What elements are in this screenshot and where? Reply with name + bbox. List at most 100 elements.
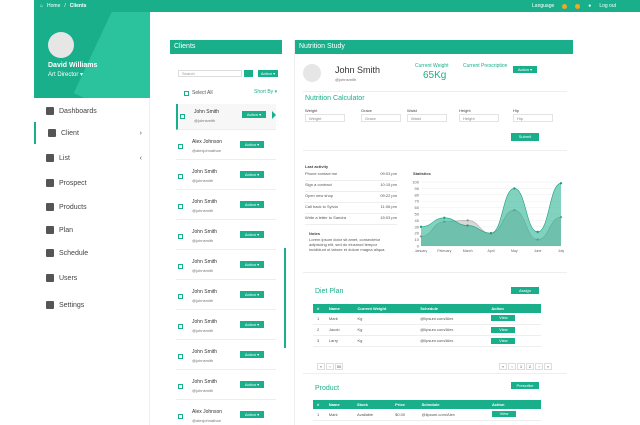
- client-action-button[interactable]: Action ▾: [240, 141, 264, 148]
- client-row[interactable]: Alex Johnson @alexjohnathan Action ▾: [176, 134, 276, 160]
- client-row[interactable]: John Smith @johnsmith Action ▾: [176, 224, 276, 250]
- client-checkbox[interactable]: [178, 144, 183, 149]
- sidebar-item-label: Prospect: [59, 179, 87, 187]
- client-action-button[interactable]: Action ▾: [240, 411, 264, 418]
- pager-button[interactable]: 2: [526, 363, 534, 370]
- client-checkbox[interactable]: [178, 384, 183, 389]
- select-all-checkbox[interactable]: [184, 90, 189, 96]
- y-tick-label: 10: [415, 237, 420, 242]
- client-row[interactable]: John Smith @johnsmith Action ▾: [176, 254, 276, 280]
- sidebar-item-dashboards[interactable]: Dashboards: [34, 100, 150, 122]
- client-checkbox[interactable]: [178, 414, 183, 419]
- sidebar-item-users[interactable]: Users: [34, 267, 150, 289]
- notes-title: Notes: [309, 231, 321, 236]
- table-cell: @lipsum.com/Alex: [416, 313, 488, 325]
- client-checkbox[interactable]: [178, 294, 183, 299]
- pager-button[interactable]: 50: [335, 363, 343, 370]
- sidebar-item-schedule[interactable]: Schedule: [34, 242, 150, 264]
- x-tick-label: April: [487, 249, 494, 253]
- sidebar-item-client[interactable]: Client ›: [34, 122, 150, 144]
- pager-left: «‹ 50: [317, 355, 344, 373]
- client-row[interactable]: Alex Johnson @alexjohnathan Action ▾: [176, 404, 276, 425]
- client-checkbox[interactable]: [178, 324, 183, 329]
- search-button[interactable]: [244, 70, 253, 77]
- client-checkbox[interactable]: [180, 114, 185, 119]
- sidebar-item-plan[interactable]: Plan: [34, 219, 150, 241]
- calc-input-hip[interactable]: Hip: [513, 114, 553, 122]
- assign-button[interactable]: Assign: [511, 287, 539, 294]
- client-search-input[interactable]: Search: [178, 70, 242, 77]
- sidebar-item-prospect[interactable]: Prospect: [34, 172, 150, 194]
- client-action-button[interactable]: Action ▾: [240, 291, 264, 298]
- view-button[interactable]: View: [491, 411, 516, 418]
- client-checkbox[interactable]: [178, 264, 183, 269]
- table-cell: Kg: [353, 335, 417, 347]
- home-icon[interactable]: ⌂: [40, 3, 43, 9]
- mail-icon[interactable]: [562, 3, 568, 9]
- client-action-button[interactable]: Action ▾: [240, 321, 264, 328]
- pager-button[interactable]: ›: [535, 363, 543, 370]
- sort-dropdown[interactable]: Short By ▾: [254, 89, 277, 95]
- client-action-button[interactable]: Action ▾: [242, 111, 266, 118]
- sidebar-item-products[interactable]: Products: [34, 196, 150, 218]
- current-weight-label: Current Weight: [415, 63, 449, 69]
- avatar[interactable]: [48, 32, 74, 58]
- calc-input-grace[interactable]: Grace: [361, 114, 401, 122]
- calc-input-waist[interactable]: Waist: [407, 114, 447, 122]
- client-row[interactable]: John Smith @johnsmith Action ▾: [176, 284, 276, 310]
- client-checkbox[interactable]: [178, 234, 183, 239]
- sidebar-item-label: Dashboards: [59, 107, 97, 115]
- table-cell: 2: [313, 324, 325, 336]
- chevron-right-icon: ›: [139, 129, 142, 137]
- view-button[interactable]: View: [491, 315, 516, 322]
- prescribe-button[interactable]: Prescribe: [511, 382, 539, 389]
- client-checkbox[interactable]: [178, 174, 183, 179]
- data-point: [443, 216, 446, 220]
- logout-link[interactable]: Log out: [599, 3, 616, 9]
- client-row[interactable]: John Smith @johnsmith Action ▾: [176, 194, 276, 220]
- clients-panel: Clients Search Action ▾ Select All Short…: [170, 40, 282, 425]
- client-name: John Smith: [192, 169, 218, 175]
- client-checkbox[interactable]: [178, 354, 183, 359]
- client-scrollbar[interactable]: [284, 248, 286, 348]
- bell-icon[interactable]: [575, 3, 581, 9]
- pager-button[interactable]: ‹: [326, 363, 334, 370]
- view-button[interactable]: View: [491, 337, 516, 344]
- clients-action-button[interactable]: Action ▾: [258, 70, 278, 77]
- sidebar-item-settings[interactable]: Settings: [34, 294, 150, 316]
- client-row[interactable]: John Smith @johnsmith Action ▾: [176, 374, 276, 400]
- client-row[interactable]: John Smith @johnsmith Action ▾: [176, 104, 276, 130]
- view-button[interactable]: View: [491, 326, 516, 333]
- client-row[interactable]: John Smith @johnsmith Action ▾: [176, 314, 276, 340]
- pager-button[interactable]: ‹: [508, 363, 516, 370]
- pager-button[interactable]: »: [544, 363, 552, 370]
- pager-button[interactable]: 1: [517, 363, 525, 370]
- client-row[interactable]: John Smith @johnsmith Action ▾: [176, 344, 276, 370]
- client-action-button[interactable]: Action ▾: [240, 231, 264, 238]
- pager-button[interactable]: «: [317, 363, 325, 370]
- calc-input-weight[interactable]: Weight: [305, 114, 345, 122]
- sidebar-item-list[interactable]: List ‹: [34, 147, 150, 169]
- x-tick-label: February: [437, 249, 451, 253]
- product-header: Stock: [352, 400, 392, 409]
- client-action-button[interactable]: Action ▾: [513, 66, 537, 73]
- user-icon[interactable]: ●: [588, 3, 591, 9]
- client-username: @johnsmith: [192, 328, 214, 333]
- client-action-button[interactable]: Action ▾: [240, 261, 264, 268]
- client-action-button[interactable]: Action ▾: [240, 381, 264, 388]
- client-action-button[interactable]: Action ▾: [240, 351, 264, 358]
- client-action-button[interactable]: Action ▾: [240, 201, 264, 208]
- select-all[interactable]: Select All: [184, 90, 213, 96]
- client-action-button[interactable]: Action ▾: [240, 171, 264, 178]
- client-row[interactable]: John Smith @johnsmith Action ▾: [176, 164, 276, 190]
- activity-time: 10:15 pm: [380, 182, 397, 187]
- language-link[interactable]: Language: [532, 3, 554, 9]
- submit-button[interactable]: Submit: [511, 133, 539, 141]
- user-role-dropdown[interactable]: Art Director ▾: [48, 71, 83, 78]
- calc-input-height[interactable]: Height: [459, 114, 499, 122]
- users-icon: [48, 129, 56, 137]
- pager-button[interactable]: «: [499, 363, 507, 370]
- divider: [303, 373, 567, 374]
- breadcrumb-home[interactable]: Home: [47, 3, 60, 9]
- client-checkbox[interactable]: [178, 204, 183, 209]
